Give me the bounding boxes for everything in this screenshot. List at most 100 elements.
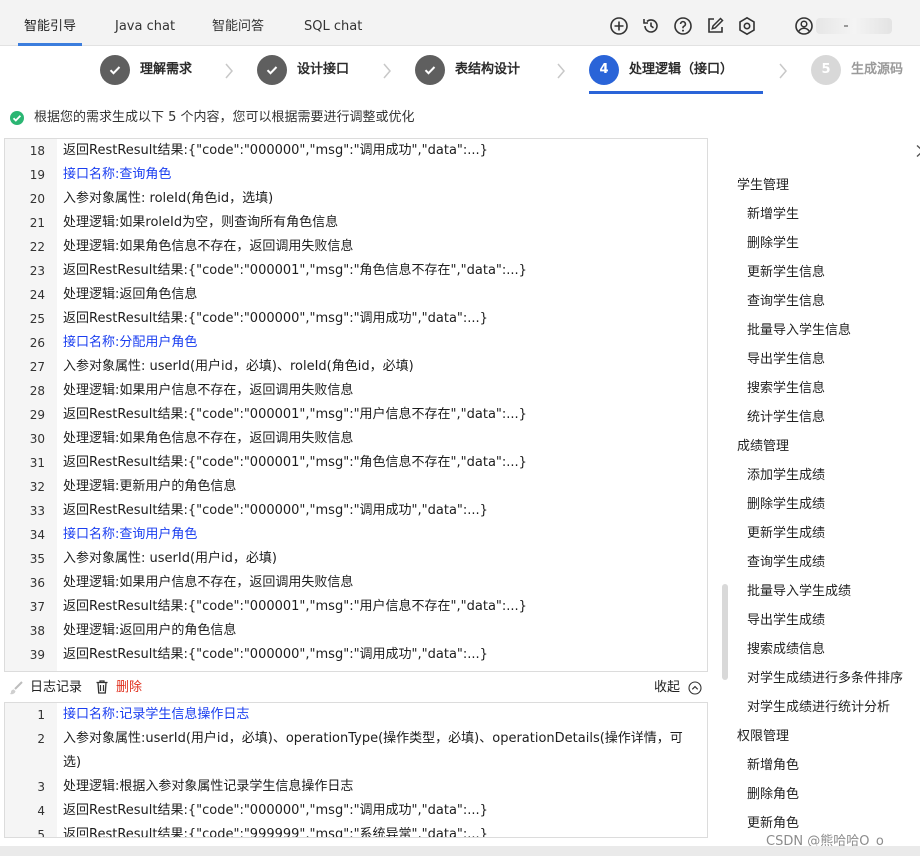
directory-item[interactable]: 查询学生成绩 <box>747 553 825 573</box>
line-number: 2 <box>37 732 45 746</box>
line-number: 35 <box>29 552 45 566</box>
tab-java-chat[interactable]: Java chat <box>115 0 175 46</box>
code-text: 处理逻辑:根据入参对象属性记录学生信息操作日志 <box>63 779 354 794</box>
line-number: 1 <box>37 708 45 722</box>
tab-sql-chat[interactable]: SQL chat <box>304 0 362 46</box>
help-icon[interactable] <box>673 16 693 36</box>
step-label: 设计接口 <box>297 62 350 77</box>
directory-item[interactable]: 对学生成绩进行统计分析 <box>747 698 890 718</box>
directory-item[interactable]: 查询学生信息 <box>747 292 825 312</box>
progress-stepper: 理解需求 设计接口 表结构设计 4 处理逻辑（接口） 5 生成源码 <box>0 46 920 98</box>
code-line: 26 接口名称:分配用户角色 <box>5 331 705 355</box>
directory-item[interactable]: 删除学生 <box>747 234 799 254</box>
code-text: 处理逻辑:更新用户的角色信息 <box>63 479 237 494</box>
interface-name-line: 接口名称:查询用户角色 <box>63 527 198 542</box>
directory-item[interactable]: 批量导入学生成绩 <box>747 582 851 602</box>
log-code-editor[interactable]: 1 接口名称:记录学生信息操作日志 2 入参对象属性:userId(用户id，必填)、… <box>4 702 708 838</box>
code-line: 24 处理逻辑:返回角色信息 <box>5 283 705 307</box>
line-number: 37 <box>29 600 45 614</box>
add-circle-icon[interactable] <box>609 16 629 36</box>
settings-icon[interactable] <box>737 16 757 36</box>
directory-item[interactable]: 新增学生 <box>747 205 799 225</box>
line-number: 25 <box>29 312 45 326</box>
line-number: 21 <box>29 216 45 230</box>
tab-smart-qa[interactable]: 智能问答 <box>212 0 264 46</box>
trash-icon[interactable] <box>94 679 110 695</box>
collapse-button[interactable]: 收起 <box>654 674 680 702</box>
check-icon <box>100 55 130 85</box>
directory-item[interactable]: 导出学生成绩 <box>747 611 825 631</box>
log-code-line: 4 返回RestResult结果:{"code":"000000","msg":"… <box>5 799 705 823</box>
directory-item[interactable]: 新增角色 <box>747 756 799 776</box>
notice-text: 根据您的需求生成以下 5 个内容，您可以根据需要进行调整或优化 <box>34 110 415 125</box>
chevron-up-circle-icon[interactable] <box>688 681 702 695</box>
chevron-right-icon[interactable] <box>914 144 920 158</box>
directory-item[interactable]: 搜索成绩信息 <box>747 640 825 660</box>
log-code-line: 1 接口名称:记录学生信息操作日志 <box>5 703 705 727</box>
code-line: 34 接口名称:查询用户角色 <box>5 523 705 547</box>
directory-item[interactable]: 批量导入学生信息 <box>747 321 851 341</box>
step-label: 理解需求 <box>140 62 193 77</box>
directory-item[interactable]: 更新学生成绩 <box>747 524 825 544</box>
history-icon[interactable] <box>641 16 661 36</box>
code-line: 27 入参对象属性: userId(用户id，必填)、roleId(角色id，必填… <box>5 355 705 379</box>
directory-group[interactable]: 学生管理 <box>737 176 789 196</box>
line-number: 3 <box>37 780 45 794</box>
code-line: 25 返回RestResult结果:{"code":"000000","msg":… <box>5 307 705 331</box>
chevron-right-icon <box>382 62 392 80</box>
code-line: 37 返回RestResult结果:{"code":"000001","msg":… <box>5 595 705 619</box>
log-section-header: 日志记录 删除 收起 <box>4 674 708 702</box>
directory-item[interactable]: 对学生成绩进行多条件排序 <box>747 669 903 689</box>
code-text: 处理逻辑:如果用户信息不存在，返回调用失败信息 <box>63 383 354 398</box>
code-text: 处理逻辑:返回用户的角色信息 <box>63 623 237 638</box>
log-section-title: 日志记录 <box>30 680 83 695</box>
code-line: 38 处理逻辑:返回用户的角色信息 <box>5 619 705 643</box>
code-text: 入参对象属性:userId(用户id，必填)、operationType(操作类… <box>63 731 683 770</box>
user-name-dots <box>844 25 848 27</box>
directory-item[interactable]: 更新学生信息 <box>747 263 825 283</box>
directory-item[interactable]: 搜索学生信息 <box>747 379 825 399</box>
line-number: 38 <box>29 624 45 638</box>
line-number: 4 <box>37 804 45 818</box>
directory-item[interactable]: 导出学生信息 <box>747 350 825 370</box>
user-name-blurred[interactable] <box>816 18 892 34</box>
interface-name-line: 接口名称:记录学生信息操作日志 <box>63 707 250 722</box>
line-number: 18 <box>29 144 45 158</box>
step-label: 表结构设计 <box>455 62 521 77</box>
step-label: 生成源码 <box>851 62 904 77</box>
line-number: 24 <box>29 288 45 302</box>
directory-group[interactable]: 权限管理 <box>737 727 789 747</box>
code-text: 返回RestResult结果:{"code":"000001","msg":"角… <box>63 455 527 470</box>
brush-icon <box>8 680 24 696</box>
code-text: 入参对象属性: userId(用户id，必填)、roleId(角色id，必填) <box>63 359 414 374</box>
user-icon[interactable] <box>794 16 814 36</box>
code-line: 30 处理逻辑:如果角色信息不存在，返回调用失败信息 <box>5 427 705 451</box>
check-icon <box>257 55 287 85</box>
directory-item[interactable]: 删除角色 <box>747 785 799 805</box>
line-number: 31 <box>29 456 45 470</box>
code-text: 处理逻辑:如果roleId为空，则查询所有角色信息 <box>63 215 339 230</box>
logic-code-editor[interactable]: 18 返回RestResult结果:{"code":"000000","msg":… <box>4 138 708 672</box>
line-number: 30 <box>29 432 45 446</box>
code-text: 返回RestResult结果:{"code":"000000","msg":"调… <box>63 503 488 518</box>
interface-name-line: 接口名称:分配用户角色 <box>63 335 198 350</box>
step-processing-logic[interactable]: 4 处理逻辑（接口） <box>589 55 763 94</box>
code-line: 23 返回RestResult结果:{"code":"000001","msg":… <box>5 259 705 283</box>
delete-button[interactable]: 删除 <box>116 674 142 702</box>
directory-item[interactable]: 添加学生成绩 <box>747 466 825 486</box>
code-line: 20 入参对象属性: roleId(角色id，选填) <box>5 187 705 211</box>
top-tab-bar: 智能引导 Java chat 智能问答 SQL chat <box>0 0 920 46</box>
edit-icon[interactable] <box>705 16 725 36</box>
code-text: 返回RestResult结果:{"code":"000001","msg":"用… <box>63 599 527 614</box>
directory-scrollbar[interactable] <box>722 584 728 680</box>
current-step-underline <box>589 91 763 94</box>
code-text: 返回RestResult结果:{"code":"000000","msg":"调… <box>63 647 488 662</box>
step-label: 处理逻辑（接口） <box>629 62 734 77</box>
directory-group[interactable]: 成绩管理 <box>737 437 789 457</box>
tab-smart-guide[interactable]: 智能引导 <box>17 0 83 46</box>
directory-item[interactable]: 删除学生成绩 <box>747 495 825 515</box>
directory-item[interactable]: 统计学生信息 <box>747 408 825 428</box>
code-text: 入参对象属性: userId(用户id，必填) <box>63 551 277 566</box>
line-number: 26 <box>29 336 45 350</box>
log-code-line: 5 返回RestResult结果:{"code":"999999","msg":"… <box>5 823 705 837</box>
